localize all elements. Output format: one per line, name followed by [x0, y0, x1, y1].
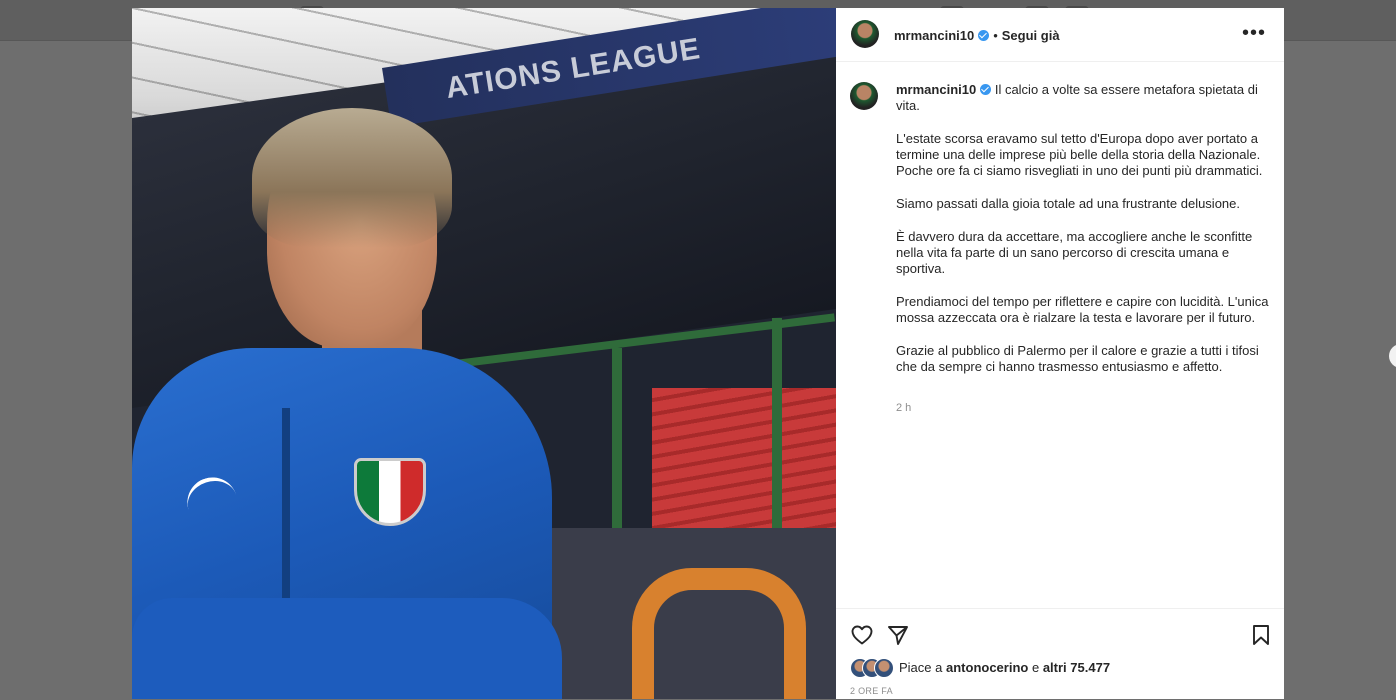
next-post-button[interactable]	[1389, 344, 1396, 368]
caption-paragraph: Siamo passati dalla gioia totale ad una …	[896, 196, 1240, 212]
caption-paragraph: È davvero dura da accettare, ma accoglie…	[896, 228, 1253, 277]
liker-username[interactable]: antonocerino	[946, 660, 1028, 675]
likes-prefix: Piace a	[899, 660, 943, 675]
crossed-arms	[132, 598, 562, 699]
verified-icon	[978, 30, 990, 41]
caption-text: mrmancini10 Il calcio a volte sa essere …	[896, 82, 1276, 392]
hoarding-logo	[632, 568, 806, 699]
caption-paragraph: Grazie al pubblico di Palermo per il cal…	[896, 342, 1259, 375]
likes-others[interactable]: altri 75.477	[1043, 660, 1110, 675]
separator-dot: •	[993, 28, 998, 43]
caption-time[interactable]: 2 h	[896, 402, 911, 414]
author-username[interactable]: mrmancini10	[894, 28, 974, 43]
caption-avatar[interactable]	[850, 82, 878, 110]
bookmark-icon[interactable]	[1250, 623, 1272, 647]
action-bar: Piace a antonocerino e altri 75.477 2 OR…	[836, 608, 1284, 700]
railing-post	[612, 348, 622, 538]
post-sidebar: mrmancini10 • Segui già ••• mrmancini10 Il…	[836, 8, 1284, 699]
caption-username[interactable]: mrmancini10	[896, 82, 976, 97]
red-seats	[652, 388, 836, 528]
liker-avatars[interactable]	[850, 658, 894, 678]
post-timestamp[interactable]: 2 ORE FA	[850, 686, 893, 696]
heart-icon[interactable]	[850, 623, 874, 647]
railing-post	[772, 318, 782, 528]
person-hair	[252, 108, 452, 248]
liker-avatar	[874, 658, 894, 678]
share-icon[interactable]	[886, 623, 910, 647]
more-options-icon[interactable]: •••	[1242, 23, 1266, 43]
verified-icon	[980, 84, 992, 95]
caption-paragraph: L'estate scorsa eravamo sul tetto d'Euro…	[896, 130, 1263, 179]
post-header: mrmancini10 • Segui già •••	[836, 8, 1284, 62]
post-modal: ATIONS LEAGUE mrmancini10 • Segui già ••• …	[132, 8, 1284, 699]
caption-paragraph: Prendiamoci del tempo per riflettere e c…	[896, 293, 1269, 326]
following-button[interactable]: Segui già	[1002, 28, 1060, 43]
post-photo[interactable]: ATIONS LEAGUE	[132, 8, 836, 699]
likes-joiner: e	[1031, 660, 1040, 675]
author-avatar[interactable]	[851, 20, 879, 48]
